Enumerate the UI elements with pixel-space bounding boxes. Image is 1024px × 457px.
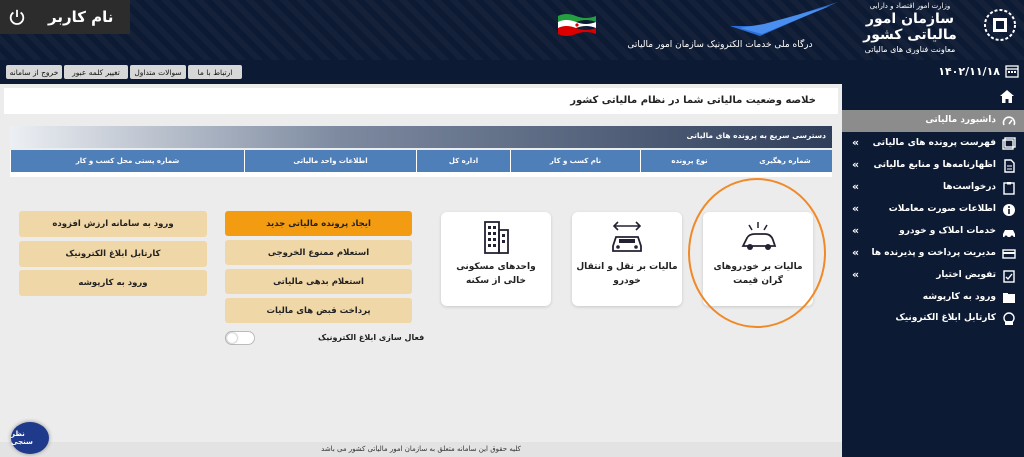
sidebar-item-payments[interactable]: « مدیریت پرداخت و پذیرنده ها	[842, 243, 1024, 265]
document-icon	[1004, 159, 1015, 173]
sidebar-item-e-notification[interactable]: کارتابل ابلاغ الکترونیک	[842, 308, 1024, 330]
sidebar-item-label: کارتابل ابلاغ الکترونیک	[895, 313, 996, 323]
ministry-name: وزارت امور اقتصاد و دارایی	[869, 2, 951, 10]
column-header[interactable]: شماره پستی محل کسب و کار	[10, 150, 244, 172]
brand-checkmark-icon	[730, 2, 838, 36]
sidebar-item-label: تفویض اختیار	[936, 270, 996, 280]
sidebar-item-declarations[interactable]: « اظهارنامه‌ها و منابع مالیاتی	[842, 155, 1024, 177]
current-date: ۱۴۰۲/۱۱/۱۸	[938, 65, 1000, 78]
workfolder-login-button[interactable]: ورود به کارپوشه	[19, 270, 207, 296]
building-icon	[484, 221, 509, 254]
summary-card: خلاصه وضعیت مالیاتی شما در نظام مالیاتی …	[4, 88, 838, 114]
sidebar-item-tax-files[interactable]: « فهرست پرونده های مالیاتی	[842, 133, 1024, 155]
contact-button[interactable]: ارتباط با ما	[188, 65, 242, 79]
date-bar: ۱۴۰۲/۱۱/۱۸	[842, 60, 1024, 84]
login-icon	[1003, 293, 1015, 303]
home-icon[interactable]	[1000, 90, 1014, 103]
car-icon	[1003, 230, 1015, 239]
e-notification-toggle[interactable]	[225, 331, 255, 345]
car-transfer-icon	[612, 221, 642, 252]
sidebar-item-workfolder[interactable]: ورود به کارپوشه	[842, 287, 1024, 309]
sidebar-item-label: اطلاعات صورت معاملات	[888, 204, 996, 214]
tax-debt-inquiry-button[interactable]: استعلام بدهی مالیاتی	[225, 269, 412, 294]
table-body	[10, 172, 832, 177]
sidebar-item-label: ورود به کارپوشه	[922, 292, 996, 302]
folders-icon	[1002, 137, 1016, 150]
sidebar-item-label: فهرست پرونده های مالیاتی	[872, 138, 996, 148]
chevron-double-left-icon: «	[852, 202, 860, 215]
create-tax-file-button[interactable]: ایجاد پرونده مالیاتی جدید	[225, 211, 412, 236]
dashboard-icon	[1002, 116, 1016, 126]
faq-button[interactable]: سوالات متداول	[130, 65, 186, 79]
sidebar-item-delegation[interactable]: « تفویض اختیار	[842, 265, 1024, 287]
sidebar: داشبورد مالیاتی « فهرست پرونده های مالیا…	[842, 84, 1024, 457]
toggle-label: فعال سازی ابلاغ الکترونیک	[318, 333, 425, 342]
survey-button[interactable]: نظر سنجی	[11, 422, 49, 454]
iran-flag-icon	[558, 14, 596, 36]
column-header[interactable]: شماره رهگیری	[738, 150, 832, 172]
sidebar-item-requests[interactable]: « درخواست‌ها	[842, 177, 1024, 199]
sidebar-item-dashboard[interactable]: داشبورد مالیاتی	[842, 110, 1024, 132]
chevron-double-left-icon: «	[852, 158, 860, 171]
tile-label: واحدهای مسکونی خالی از سکنه	[456, 262, 536, 286]
e-notification-inbox-button[interactable]: کارتابل ابلاغ الکترونیک	[19, 241, 207, 267]
tax-files-table-header: شماره رهگیری نوع پرونده نام کسب و کار اد…	[10, 150, 832, 172]
portal-title: درگاه ملی خدمات الکترونیک سازمان امور ما…	[627, 40, 813, 50]
sidebar-item-label: درخواست‌ها	[942, 182, 996, 192]
sidebar-item-label: اظهارنامه‌ها و منابع مالیاتی	[873, 160, 997, 170]
quick-access-title: دسترسی سریع به پرونده های مالیاتی	[686, 131, 826, 140]
top-toolbar: خروج از سامانه تغییر کلمه عبور سوالات مت…	[0, 60, 842, 84]
sidebar-item-label: مدیریت پرداخت و پذیرنده ها	[871, 248, 996, 258]
chevron-double-left-icon: «	[852, 246, 860, 259]
column-header[interactable]: اداره کل	[416, 150, 510, 172]
org-emblem-icon	[984, 9, 1016, 41]
quick-access-bar: دسترسی سریع به پرونده های مالیاتی	[10, 126, 832, 148]
info-icon	[1003, 204, 1015, 216]
org-name: سازمان امور مالیاتی کشور	[863, 11, 957, 43]
exit-ban-inquiry-button[interactable]: استعلام ممنوع الخروجی	[225, 240, 412, 265]
chevron-double-left-icon: «	[852, 224, 860, 237]
tile-car-transfer-tax[interactable]: مالیات بر نقل و انتقال خودرو	[572, 212, 682, 306]
inbox-icon	[1003, 312, 1015, 325]
toggle-knob	[227, 333, 237, 343]
chevron-double-left-icon: «	[852, 268, 860, 281]
power-icon[interactable]	[8, 8, 26, 26]
card-icon	[1002, 249, 1016, 259]
user-box[interactable]: نام کاربر	[0, 0, 130, 34]
column-header[interactable]: نام کسب و کار	[510, 150, 640, 172]
highlight-circle-annotation	[688, 178, 826, 328]
org-subtitle: معاونت فناوری های مالیاتی	[864, 45, 956, 54]
user-name: نام کاربر	[48, 8, 114, 26]
delegate-icon	[1003, 270, 1015, 283]
tile-vacant-housing[interactable]: واحدهای مسکونی خالی از سکنه	[441, 212, 551, 306]
sidebar-item-label: داشبورد مالیاتی	[925, 115, 996, 125]
pay-tax-bills-button[interactable]: پرداخت قبض های مالیات	[225, 298, 412, 323]
header: نام کاربر درگاه ملی خدمات الکترونیک سازم…	[0, 0, 1024, 60]
sidebar-item-transactions[interactable]: « اطلاعات صورت معاملات	[842, 199, 1024, 221]
tile-label: مالیات بر نقل و انتقال خودرو	[576, 262, 678, 286]
column-header[interactable]: نوع پرونده	[640, 150, 738, 172]
sidebar-item-label: خدمات املاک و خودرو	[899, 226, 996, 236]
calendar-icon	[1005, 65, 1019, 78]
logout-button[interactable]: خروج از سامانه	[6, 65, 62, 79]
clipboard-icon	[1003, 182, 1015, 195]
summary-title: خلاصه وضعیت مالیاتی شما در نظام مالیاتی …	[570, 95, 816, 106]
change-password-button[interactable]: تغییر کلمه عبور	[64, 65, 128, 79]
chevron-double-left-icon: «	[852, 180, 860, 193]
column-header[interactable]: اطلاعات واحد مالیاتی	[244, 150, 416, 172]
sidebar-item-property-vehicle[interactable]: « خدمات املاک و خودرو	[842, 221, 1024, 243]
org-block: وزارت امور اقتصاد و دارایی سازمان امور م…	[840, 2, 980, 54]
chevron-double-left-icon: «	[852, 136, 860, 149]
footer-copyright: کلیه حقوق این سامانه متعلق به سازمان امو…	[0, 442, 842, 457]
vat-system-login-button[interactable]: ورود به سامانه ارزش افزوده	[19, 211, 207, 237]
